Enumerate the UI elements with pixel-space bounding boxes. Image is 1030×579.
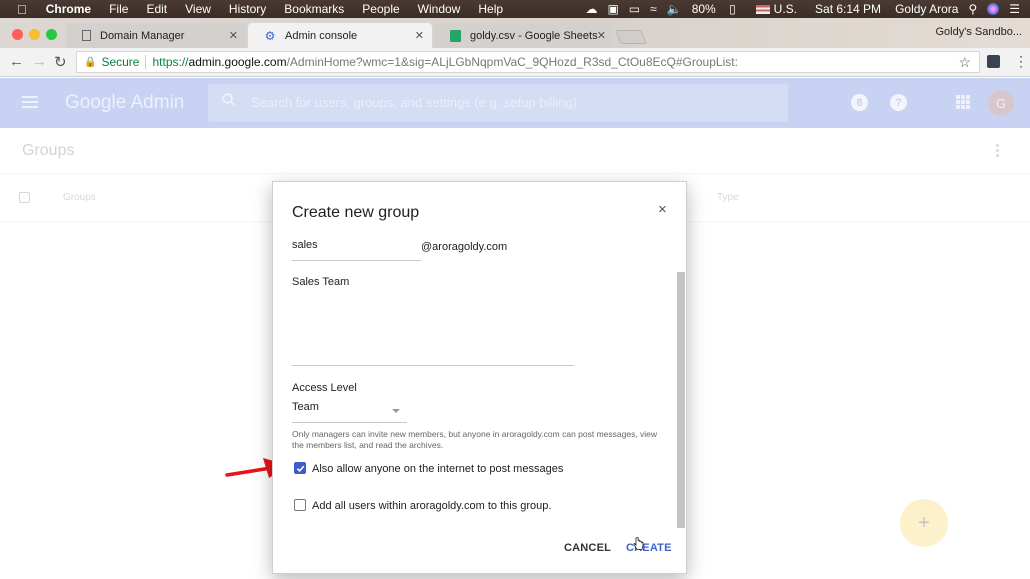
main-menu-icon[interactable]	[22, 96, 38, 108]
siri-icon[interactable]	[987, 3, 1000, 15]
forward-button[interactable]: →	[32, 53, 47, 70]
account-avatar[interactable]: G	[988, 90, 1014, 116]
chrome-menu-icon[interactable]: ⋮	[1014, 53, 1028, 70]
menu-history[interactable]: History	[229, 2, 266, 16]
create-group-dialog: Create new group × sales @aroragoldy.com…	[272, 181, 687, 574]
tab-close-icon[interactable]: ✕	[415, 29, 424, 42]
dialog-scrollbar[interactable]	[677, 272, 685, 528]
access-level-select[interactable]: Team	[292, 401, 407, 423]
dialog-title: Create new group	[292, 204, 420, 221]
add-all-users-checkbox[interactable]	[294, 499, 306, 511]
secure-label: Secure	[101, 55, 140, 69]
checkmark-icon	[296, 465, 304, 472]
user-name[interactable]: Goldy Arora	[895, 2, 958, 16]
admin-app-bar: Google Admin Search for users, groups, a…	[0, 78, 1030, 128]
battery-status[interactable]: 80% ▯	[692, 2, 746, 16]
menu-window[interactable]: Window	[418, 2, 461, 16]
omnibox-separator	[145, 55, 147, 69]
menu-file[interactable]: File	[109, 2, 128, 16]
apps-grid-icon[interactable]	[956, 95, 970, 109]
search-placeholder: Search for users, groups, and settings (…	[251, 95, 577, 110]
camera-icon[interactable]: ▣	[607, 2, 618, 16]
tab-label: goldy.csv - Google Sheets	[470, 29, 598, 42]
bookmark-star-icon[interactable]: ☆	[958, 54, 971, 71]
hand-cursor-icon	[633, 537, 644, 550]
access-level-label: Access Level	[292, 382, 357, 394]
tab-close-icon[interactable]: ✕	[229, 29, 238, 42]
flag-icon	[755, 4, 770, 14]
more-options-icon[interactable]	[996, 144, 1000, 158]
dropdown-caret-icon	[392, 409, 400, 413]
spotlight-icon[interactable]: ⚲	[968, 2, 977, 16]
close-icon[interactable]: ×	[658, 201, 667, 218]
wifi-icon[interactable]: ≈	[650, 2, 657, 16]
browser-tab-strip: Domain Manager ✕ ⚙ Admin console ✕ goldy…	[0, 18, 1030, 48]
lock-icon: 🔒	[84, 56, 97, 68]
tab-google-sheets[interactable]: goldy.csv - Google Sheets ✕	[434, 23, 614, 48]
column-header-type[interactable]: Type	[717, 192, 739, 203]
tab-label: Admin console	[285, 29, 358, 42]
notification-center-icon[interactable]: ☰	[1009, 2, 1020, 16]
display-icon[interactable]: ▭	[629, 2, 640, 16]
help-icon[interactable]: ?	[890, 94, 907, 111]
menu-app-name[interactable]: Chrome	[46, 2, 91, 16]
window-minimize-button[interactable]	[29, 29, 40, 40]
add-all-users-label[interactable]: Add all users within aroragoldy.com to t…	[312, 500, 551, 512]
email-domain-label: @aroragoldy.com	[421, 241, 508, 253]
input-source[interactable]: U.S.	[774, 2, 797, 16]
battery-percent: 80%	[691, 2, 716, 16]
sheets-icon	[450, 29, 461, 42]
access-level-value: Team	[292, 401, 319, 413]
window-zoom-button[interactable]	[46, 29, 57, 40]
extension-icon[interactable]	[987, 55, 1000, 68]
clock[interactable]: Sat 6:14 PM	[815, 2, 881, 16]
access-level-help-text: Only managers can invite new members, bu…	[292, 429, 658, 450]
tab-label: Domain Manager	[100, 29, 185, 42]
menu-view[interactable]: View	[185, 2, 211, 16]
group-email-input[interactable]: sales	[292, 239, 421, 261]
url-path: /AdminHome?wmc=1&sig=ALjLGbNqpmVaC_9QHoz…	[286, 55, 738, 69]
tab-admin-console[interactable]: ⚙ Admin console ✕	[248, 23, 432, 48]
menu-edit[interactable]: Edit	[146, 2, 167, 16]
admin-search-input[interactable]: Search for users, groups, and settings (…	[208, 84, 788, 122]
apple-menu-icon[interactable]: 	[17, 2, 27, 17]
allow-internet-posting-label[interactable]: Also allow anyone on the internet to pos…	[312, 463, 563, 475]
google-admin-logo[interactable]: Google Admin	[65, 92, 184, 114]
column-header-groups[interactable]: Groups	[63, 192, 96, 203]
new-tab-button[interactable]	[615, 30, 647, 44]
tab-domain-manager[interactable]: Domain Manager ✕	[66, 23, 246, 48]
allow-internet-posting-checkbox[interactable]	[294, 462, 306, 474]
browser-toolbar: ← → ↻ 🔒 Secure https://admin.google.com /…	[0, 48, 1030, 77]
back-button[interactable]: ←	[9, 53, 24, 70]
url-scheme: https://	[152, 55, 189, 69]
search-icon	[222, 93, 236, 107]
reload-button[interactable]: ↻	[54, 53, 67, 71]
add-group-fab[interactable]: +	[900, 499, 948, 547]
cancel-button[interactable]: CANCEL	[564, 542, 611, 554]
menu-bookmarks[interactable]: Bookmarks	[284, 2, 344, 16]
url-host: admin.google.com	[188, 55, 287, 69]
window-close-button[interactable]	[12, 29, 23, 40]
menu-people[interactable]: People	[362, 2, 399, 16]
admin-gear-icon: ⚙	[264, 28, 276, 43]
divider	[0, 173, 1030, 174]
notifications-icon[interactable]: 8	[851, 94, 868, 111]
address-bar[interactable]: 🔒 Secure https://admin.google.com/AdminH…	[76, 51, 980, 73]
select-all-checkbox[interactable]	[19, 192, 30, 203]
macos-menubar:  Chrome File Edit View History Bookmark…	[0, 0, 1030, 18]
cloud-icon[interactable]: ☁	[585, 2, 597, 16]
volume-icon[interactable]: 🔈	[667, 2, 682, 16]
menu-help[interactable]: Help	[478, 2, 503, 16]
page-icon	[82, 30, 91, 41]
profile-label[interactable]: Goldy's Sandbo...	[936, 26, 1023, 38]
group-name-input[interactable]: Sales Team	[292, 276, 574, 366]
page-title: Groups	[22, 142, 75, 159]
tab-close-icon[interactable]: ✕	[597, 29, 606, 42]
battery-icon: ▯	[729, 2, 736, 16]
